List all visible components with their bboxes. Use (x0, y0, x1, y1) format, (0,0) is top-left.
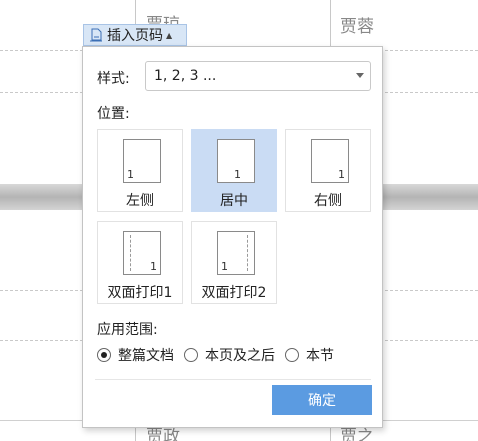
page-preview-icon: 1 (311, 139, 349, 183)
position-option-label: 左侧 (126, 193, 154, 209)
style-select[interactable]: 1, 2, 3 ... (145, 61, 371, 91)
position-option-label: 右侧 (314, 193, 342, 209)
position-label: 位置: (97, 106, 130, 122)
position-option-right[interactable]: 1 右侧 (285, 129, 371, 212)
divider (95, 379, 371, 380)
position-option-label: 双面打印2 (201, 285, 267, 301)
page-preview-icon: 1 (123, 231, 161, 275)
radio-unchecked-icon[interactable] (184, 348, 198, 362)
page-preview-icon: 1 (217, 139, 255, 183)
page-number-icon (90, 28, 102, 42)
page-preview-icon: 1 (123, 139, 161, 183)
table-cell: 贾蓉 (340, 17, 374, 37)
page-preview-icon: 1 (217, 231, 255, 275)
position-option-center[interactable]: 1 居中 (191, 129, 277, 212)
scope-radio-group: 整篇文档 本页及之后 本节 (97, 346, 344, 364)
style-label: 样式: (97, 71, 130, 87)
position-option-label: 居中 (220, 193, 248, 209)
position-option-label: 双面打印1 (107, 285, 173, 301)
style-select-value: 1, 2, 3 ... (154, 68, 217, 84)
ok-button[interactable]: 确定 (272, 385, 372, 415)
scope-label: 应用范围: (97, 322, 158, 338)
scope-option-whole-document[interactable]: 整篇文档 (97, 345, 174, 365)
radio-checked-icon[interactable] (97, 348, 111, 362)
position-option-duplex-1[interactable]: 1 双面打印1 (97, 221, 183, 304)
radio-unchecked-icon[interactable] (285, 348, 299, 362)
chevron-down-icon (356, 73, 364, 78)
scope-option-this-page-onward[interactable]: 本页及之后 (184, 345, 275, 365)
page-number-panel: 样式: 1, 2, 3 ... 位置: 1 左侧 1 居中 1 右侧 1 双面打… (82, 46, 383, 428)
insert-page-number-button[interactable]: 插入页码 ▲ (83, 24, 187, 46)
position-option-duplex-2[interactable]: 1 双面打印2 (191, 221, 277, 304)
insert-page-number-label: 插入页码 (107, 28, 163, 44)
position-option-left[interactable]: 1 左侧 (97, 129, 183, 212)
chevron-down-icon: ▲ (166, 30, 173, 40)
scope-option-this-section[interactable]: 本节 (285, 345, 334, 365)
